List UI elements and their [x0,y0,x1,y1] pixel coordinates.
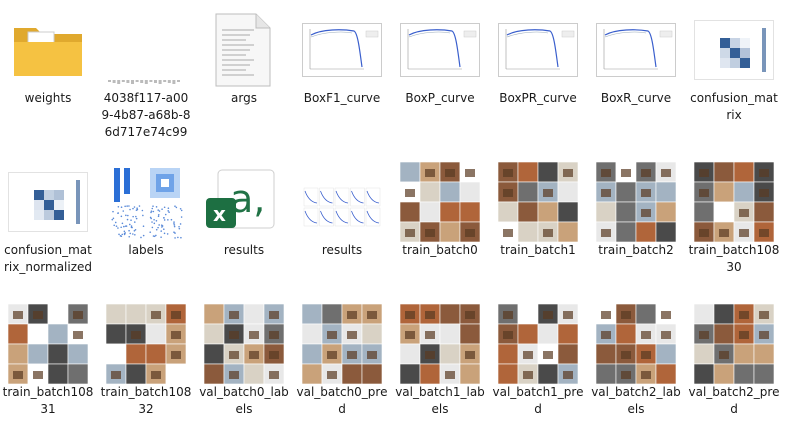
image-mosaic-icon [302,304,382,384]
file-item-args-2[interactable]: args [196,10,292,148]
image-file-icon [106,10,186,90]
curve-plot-icon [596,10,676,90]
file-item-confusion-matrix-7[interactable]: confusion_matrix [686,10,782,148]
file-item-train-batch0-12[interactable]: train_batch0 [392,162,488,300]
file-label: val_batch0_pred [296,385,388,416]
image-mosaic-icon [204,304,284,384]
labels-plot-icon [106,162,186,242]
file-label: results [223,243,265,257]
file-item-train-batch10832-17[interactable]: train_batch10832 [98,304,194,442]
file-item-train-batch10830-15[interactable]: train_batch10830 [686,162,782,300]
file-item-train-batch1-13[interactable]: train_batch1 [490,162,586,300]
file-item-4038f117-a009-4b87-a68b-86d717e74c99-1[interactable]: 4038f117-a009-4b87-a68b-86d717e74c99 [98,10,194,148]
file-label: args [231,91,257,105]
image-mosaic-icon [596,162,676,242]
curve-plot-icon [302,10,382,90]
image-mosaic-icon [596,304,676,384]
folder-icon [8,10,88,90]
file-label: train_batch10831 [2,385,94,416]
file-item-boxp-curve-4[interactable]: BoxP_curve [392,10,488,148]
file-label: train_batch1 [500,243,576,257]
image-mosaic-icon [498,162,578,242]
image-mosaic-icon [400,162,480,242]
file-item-val-batch0-labels-18[interactable]: val_batch0_labels [196,304,292,442]
image-mosaic-icon [694,304,774,384]
file-label: val_batch1_labels [395,385,485,416]
file-label: BoxF1_curve [303,91,381,105]
file-item-boxr-curve-6[interactable]: BoxR_curve [588,10,684,148]
file-item-results-11[interactable]: results [294,162,390,300]
file-item-val-batch0-pred-19[interactable]: val_batch0_pred [294,304,390,442]
file-item-labels-9[interactable]: labels [98,162,194,300]
file-item-val-batch2-labels-22[interactable]: val_batch2_labels [588,304,684,442]
file-label: labels [128,243,164,257]
excel-icon: a, x [204,162,284,242]
file-label: confusion_matrix [690,91,778,122]
file-label: BoxR_curve [600,91,672,105]
file-label: 4038f117-a009-4b87-a68b-86d717e74c99 [101,91,191,139]
text-document-icon [204,10,284,90]
file-label: train_batch2 [598,243,674,257]
curve-plot-icon [498,10,578,90]
file-label: train_batch10830 [688,243,780,274]
file-label: train_batch10832 [100,385,192,416]
file-item-confusion-matrix-normalized-8[interactable]: confusion_matrix_normalized [0,162,96,300]
file-label: val_batch2_pred [688,385,780,416]
file-item-boxf1-curve-3[interactable]: BoxF1_curve [294,10,390,148]
file-label: confusion_matrix_normalized [3,243,93,274]
file-label: train_batch0 [402,243,478,257]
file-label: results [321,243,363,257]
file-item-val-batch1-labels-20[interactable]: val_batch1_labels [392,304,488,442]
file-label: BoxP_curve [405,91,475,105]
file-item-val-batch1-pred-21[interactable]: val_batch1_pred [490,304,586,442]
file-item-weights-0[interactable]: weights [0,10,96,148]
curve-plot-icon [400,10,480,90]
confusion-matrix-icon [8,162,88,242]
image-mosaic-icon [400,304,480,384]
file-item-val-batch2-pred-23[interactable]: val_batch2_pred [686,304,782,442]
file-grid: weights 4038f117-a009-4b87-a68b-86d717e74… [0,0,786,432]
file-item-results-10[interactable]: a, x results [196,162,292,300]
image-mosaic-icon [106,304,186,384]
image-mosaic-icon [694,162,774,242]
file-item-train-batch10831-16[interactable]: train_batch10831 [0,304,96,442]
results-plot-icon [302,162,382,242]
svg-text:x: x [213,202,226,226]
file-label: val_batch2_labels [591,385,681,416]
file-label: val_batch0_labels [199,385,289,416]
file-label: BoxPR_curve [499,91,577,105]
confusion-matrix-icon [694,10,774,90]
file-item-boxpr-curve-5[interactable]: BoxPR_curve [490,10,586,148]
image-mosaic-icon [498,304,578,384]
file-label: weights [24,91,72,105]
image-mosaic-icon [8,304,88,384]
file-item-train-batch2-14[interactable]: train_batch2 [588,162,684,300]
file-label: val_batch1_pred [492,385,584,416]
